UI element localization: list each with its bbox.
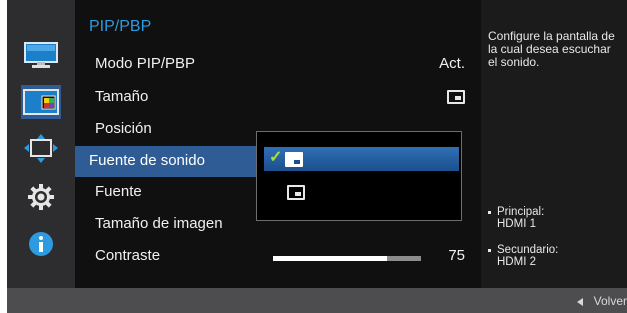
bullet-marker [488, 211, 491, 214]
menu-item-label: Fuente de sonido [89, 152, 205, 169]
info-panel: Configure la pantalla de la cual desea e… [481, 0, 627, 288]
menu-item-label: Fuente [95, 183, 142, 200]
sub-screen-audio-icon [287, 185, 305, 200]
main-screen-audio-icon [285, 152, 303, 167]
back-button[interactable]: Volver [576, 294, 627, 308]
principal-source: Principal: HDMI 1 [488, 206, 544, 230]
menu-item-label: Modo PIP/PBP [95, 55, 196, 72]
menu-item-label: Contraste [95, 247, 161, 264]
menu-title: PIP/PBP [89, 18, 152, 35]
principal-value: HDMI 1 [497, 218, 536, 230]
help-description: Configure la pantalla de la cual desea e… [488, 29, 615, 69]
move-arrows-icon [24, 134, 58, 163]
menu-item-modo-pip-pbp[interactable]: Modo PIP/PBP Act. [75, 49, 481, 80]
sound-source-option-sub[interactable] [264, 181, 459, 205]
contrast-slider[interactable] [273, 256, 421, 261]
osd-window: PIP/PBP Modo PIP/PBP Act. Tamaño Posició… [7, 0, 627, 313]
contrast-value: 75 [448, 247, 465, 264]
secundario-value: HDMI 2 [497, 256, 536, 268]
sound-source-popup: ✓ [256, 131, 462, 221]
pip-pbp-menu: PIP/PBP Modo PIP/PBP Act. Tamaño Posició… [75, 0, 481, 288]
gear-icon [28, 184, 54, 210]
pip-pbp-menu-button[interactable] [21, 85, 61, 119]
settings-menu-button[interactable] [21, 180, 61, 214]
sound-source-option-main[interactable]: ✓ [264, 147, 459, 171]
menu-item-contraste[interactable]: Contraste 75 [75, 241, 481, 272]
back-label: Volver [593, 294, 627, 308]
monitor-icon [24, 42, 58, 68]
pip-size-icon [447, 90, 465, 104]
position-menu-button[interactable] [21, 132, 61, 166]
sidebar [7, 0, 75, 288]
back-arrow-icon [576, 297, 583, 306]
picture-menu-button[interactable] [21, 38, 61, 72]
info-icon [29, 232, 53, 256]
menu-item-label: Tamaño de imagen [95, 215, 223, 232]
contrast-slider-fill [273, 256, 387, 261]
menu-item-label: Tamaño [95, 88, 149, 105]
checkmark-icon: ✓ [269, 149, 283, 166]
menu-item-fuente-de-sonido[interactable]: Fuente de sonido [75, 146, 260, 177]
principal-label: Principal: [497, 206, 545, 218]
secundario-label: Secundario: [497, 244, 559, 256]
footer-bar: Volver [7, 288, 627, 313]
bullet-marker [488, 249, 491, 252]
pip-color-icon [23, 89, 59, 115]
secundario-source: Secundario: HDMI 2 [488, 244, 558, 268]
menu-item-value: Act. [439, 55, 465, 72]
information-menu-button[interactable] [21, 227, 61, 261]
menu-item-tamano[interactable]: Tamaño [75, 82, 481, 113]
menu-item-label: Posición [95, 120, 152, 137]
